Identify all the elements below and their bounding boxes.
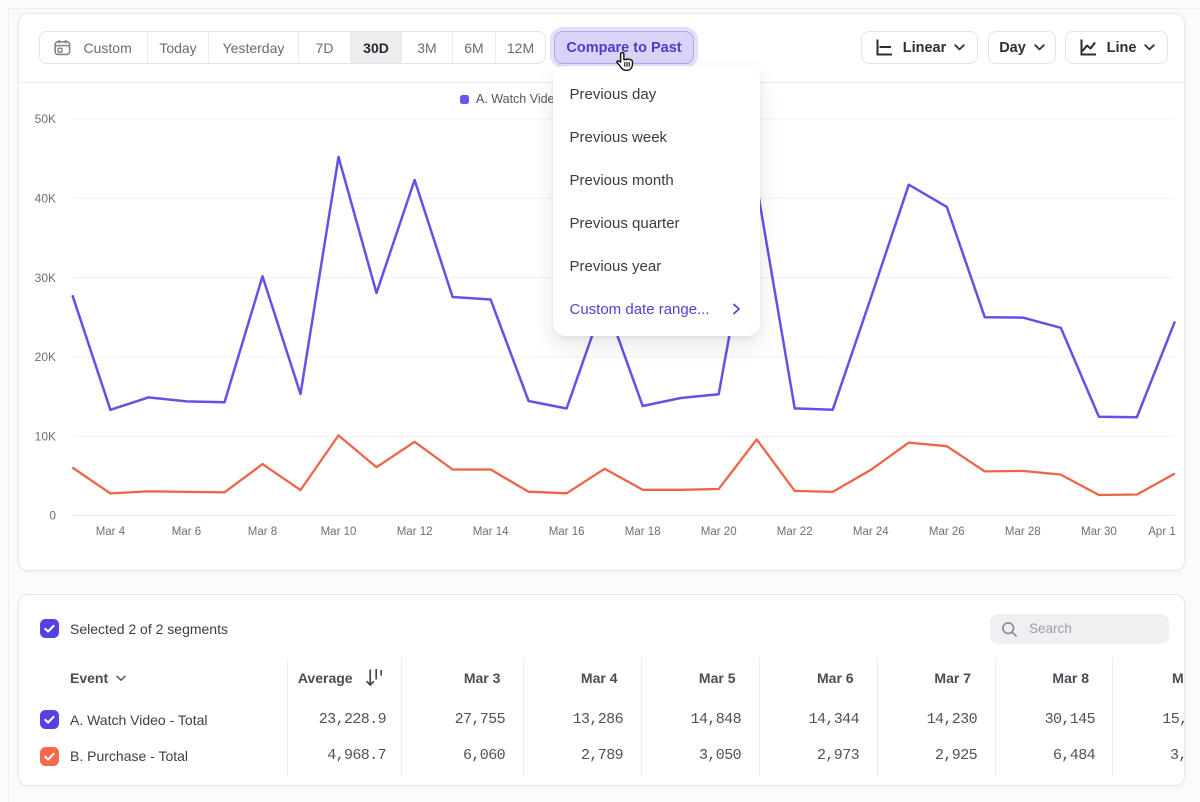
svg-text:10K: 10K xyxy=(35,429,56,443)
svg-text:Mar 22: Mar 22 xyxy=(777,526,813,538)
svg-text:Mar 10: Mar 10 xyxy=(321,526,357,538)
svg-text:50K: 50K xyxy=(35,112,56,126)
svg-text:40K: 40K xyxy=(35,192,56,206)
svg-text:Mar 28: Mar 28 xyxy=(1005,526,1041,538)
svg-text:Mar 20: Mar 20 xyxy=(701,526,737,538)
svg-text:Mar 30: Mar 30 xyxy=(1081,526,1117,538)
svg-text:Mar 14: Mar 14 xyxy=(473,526,509,538)
svg-text:0: 0 xyxy=(49,509,56,523)
svg-text:Mar 8: Mar 8 xyxy=(248,526,277,538)
svg-text:Mar 24: Mar 24 xyxy=(853,526,889,538)
svg-text:20K: 20K xyxy=(35,350,56,364)
svg-text:Mar 12: Mar 12 xyxy=(397,526,433,538)
svg-text:Mar 16: Mar 16 xyxy=(549,526,585,538)
svg-text:30K: 30K xyxy=(35,271,56,285)
svg-text:Apr 1: Apr 1 xyxy=(1148,526,1176,538)
svg-text:Mar 26: Mar 26 xyxy=(929,526,965,538)
svg-text:Mar 18: Mar 18 xyxy=(625,526,661,538)
svg-text:Mar 6: Mar 6 xyxy=(172,526,201,538)
svg-text:Mar 4: Mar 4 xyxy=(96,526,126,538)
